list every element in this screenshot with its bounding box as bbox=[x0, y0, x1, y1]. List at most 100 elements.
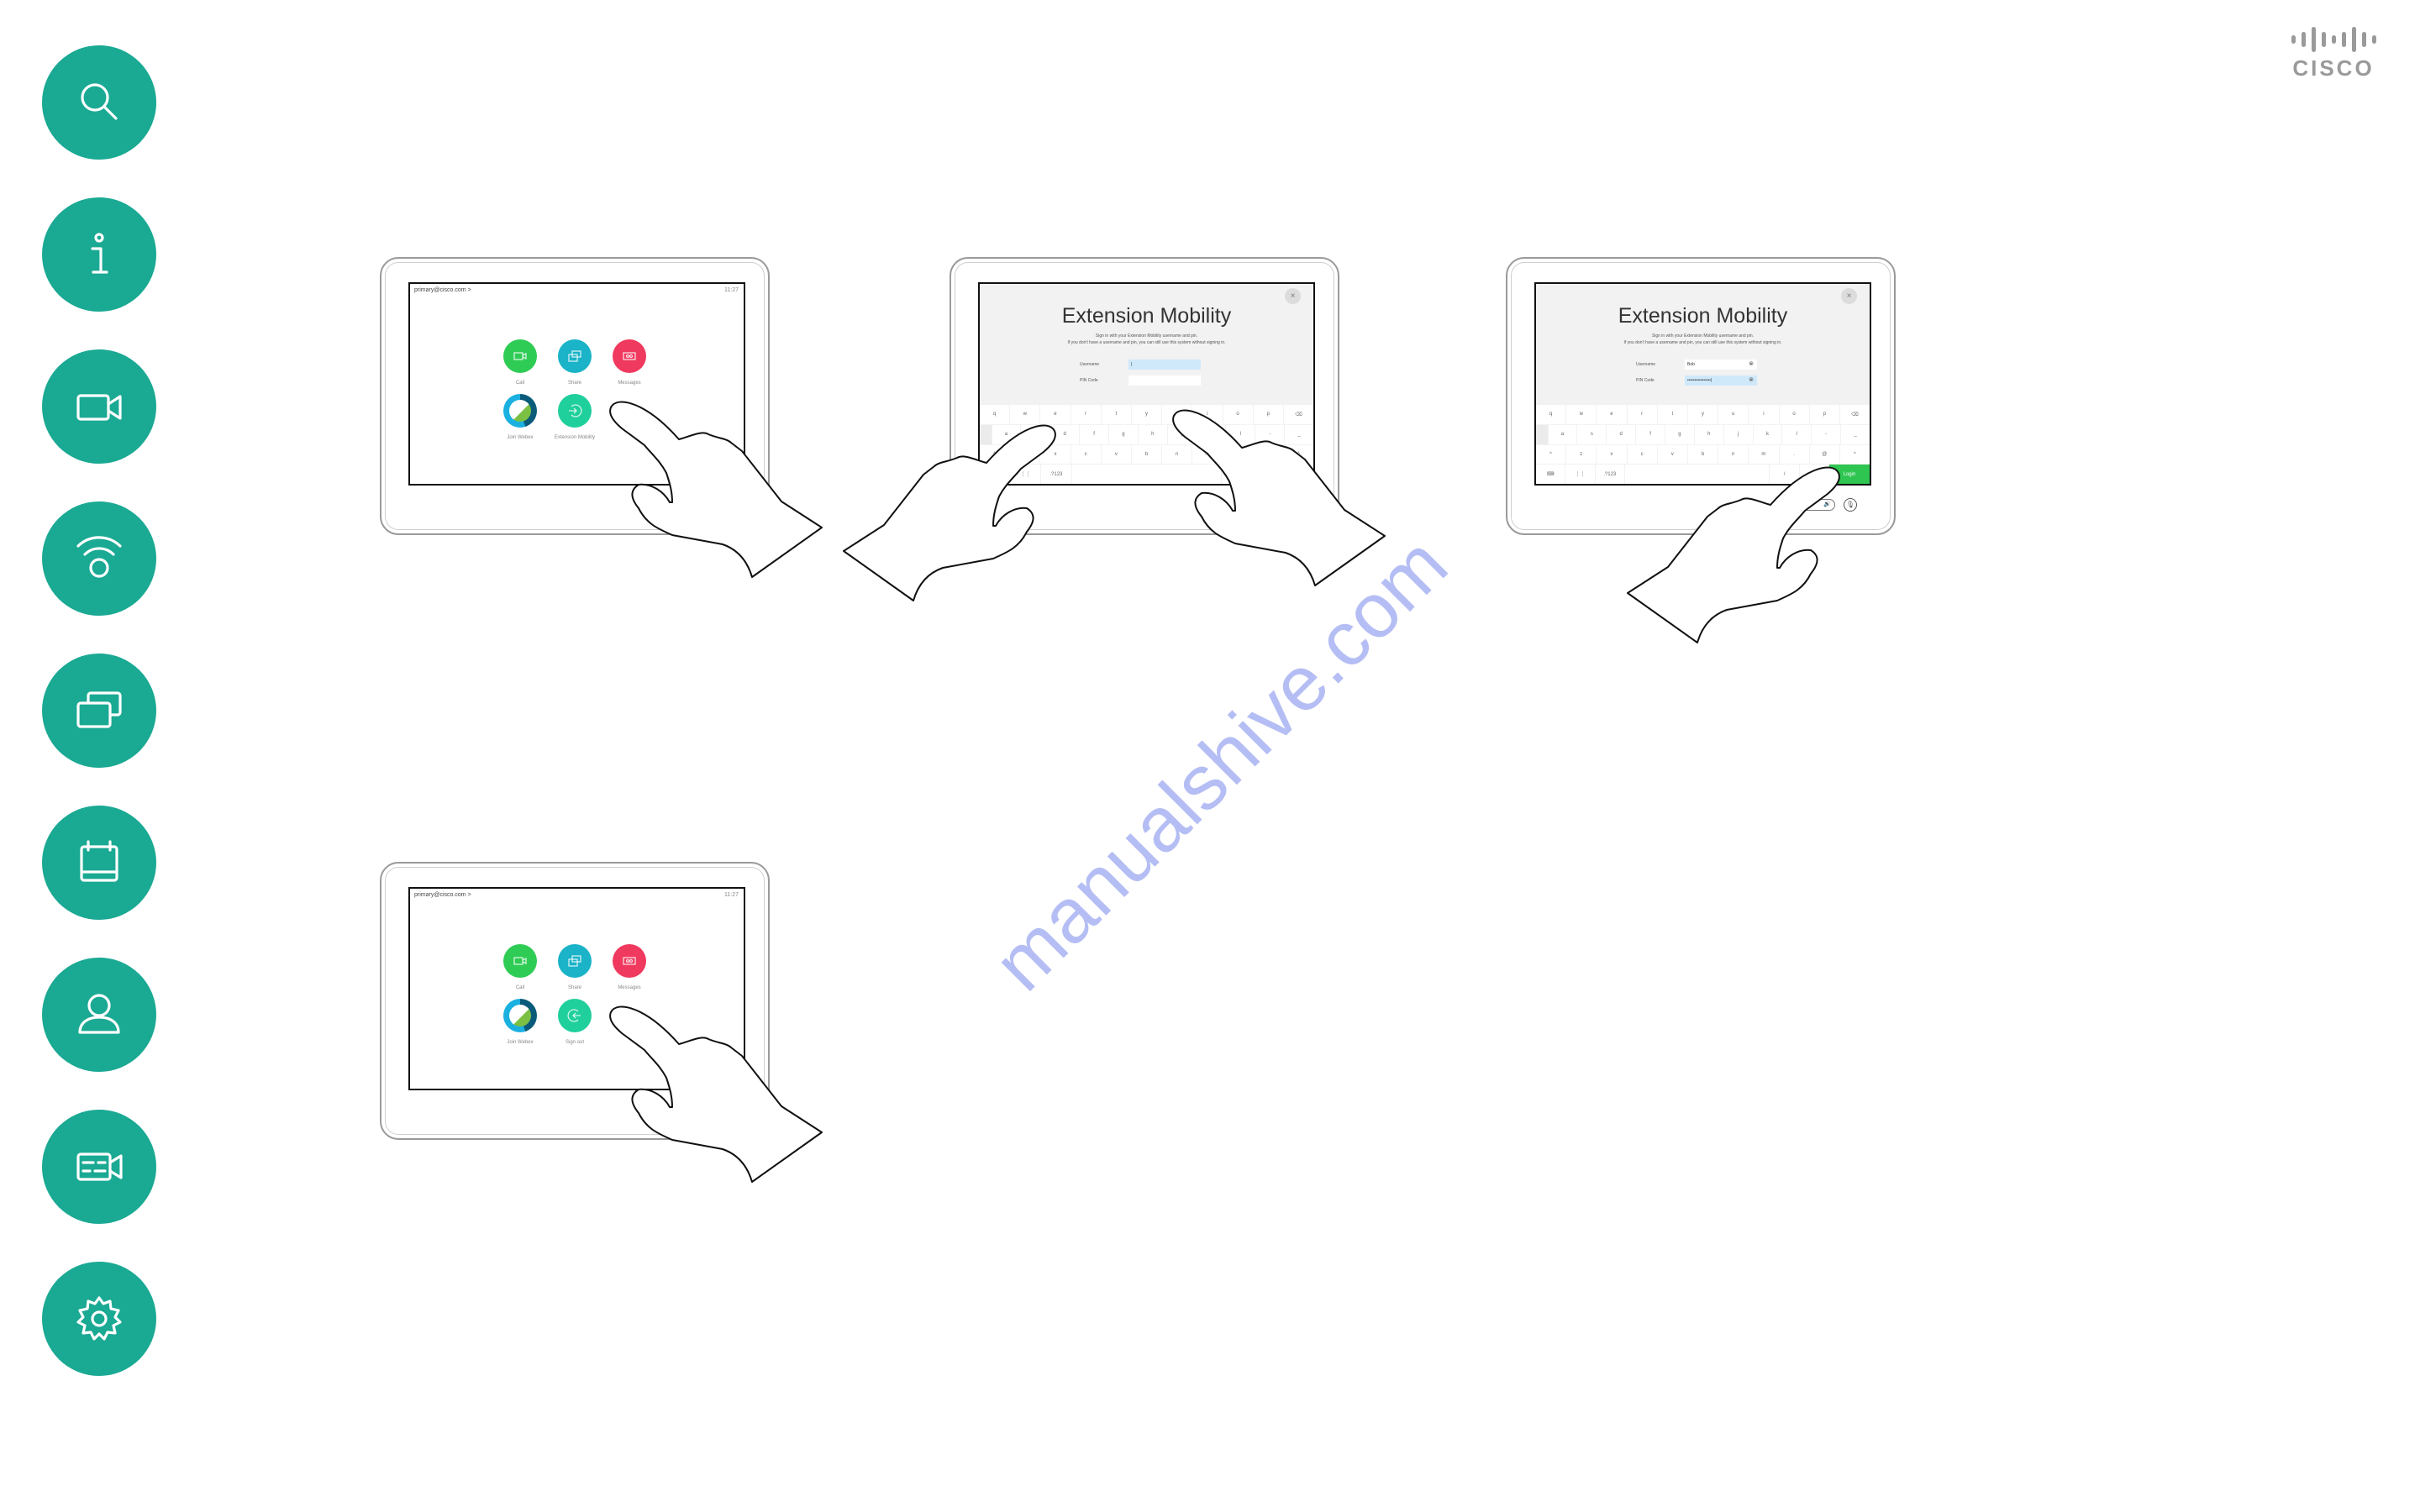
key[interactable]: l bbox=[1782, 424, 1812, 444]
key[interactable]: y bbox=[1687, 405, 1718, 424]
extension-mobility-button[interactable]: Extension Mobility bbox=[545, 394, 604, 440]
key[interactable]: s bbox=[1021, 424, 1050, 444]
key[interactable]: v bbox=[1657, 444, 1687, 465]
info-button[interactable] bbox=[42, 197, 156, 312]
key[interactable]: g bbox=[1108, 424, 1138, 444]
login-button[interactable]: Login bbox=[1828, 465, 1870, 484]
key[interactable]: t bbox=[1101, 405, 1131, 424]
key[interactable]: t bbox=[1657, 405, 1687, 424]
key[interactable]: n bbox=[1162, 444, 1192, 465]
clear-icon[interactable]: ⊗ bbox=[1749, 360, 1754, 370]
key[interactable]: ⌨ bbox=[980, 465, 1010, 484]
key[interactable]: k bbox=[1753, 424, 1782, 444]
key[interactable]: o bbox=[1223, 405, 1253, 424]
key[interactable]: u bbox=[1162, 405, 1192, 424]
key[interactable]: z bbox=[1566, 444, 1597, 465]
key[interactable]: i bbox=[1192, 405, 1223, 424]
key[interactable]: p bbox=[1809, 405, 1839, 424]
key[interactable]: ^ bbox=[1283, 444, 1313, 465]
key[interactable]: j bbox=[1167, 424, 1197, 444]
close-button[interactable]: × bbox=[1841, 288, 1857, 304]
key[interactable]: . bbox=[1779, 444, 1809, 465]
key[interactable]: w bbox=[1566, 405, 1597, 424]
username-input[interactable]: Bob ⊗ bbox=[1685, 360, 1757, 370]
calendar-button[interactable] bbox=[42, 806, 156, 920]
key[interactable]: f bbox=[1080, 424, 1108, 444]
settings-button[interactable] bbox=[42, 1262, 156, 1376]
key[interactable]: o bbox=[1779, 405, 1809, 424]
key[interactable]: q bbox=[1536, 405, 1566, 424]
key[interactable]: .com bbox=[1252, 465, 1283, 484]
key[interactable]: j bbox=[1723, 424, 1753, 444]
key[interactable]: n bbox=[1718, 444, 1749, 465]
key[interactable]: ⋮⋮ bbox=[1565, 465, 1595, 484]
key[interactable]: @ bbox=[1253, 444, 1283, 465]
key[interactable]: p bbox=[1253, 405, 1283, 424]
key[interactable]: q bbox=[980, 405, 1010, 424]
key[interactable]: @ bbox=[1809, 444, 1839, 465]
key[interactable]: g bbox=[1665, 424, 1694, 444]
camera-button[interactable] bbox=[42, 349, 156, 464]
key[interactable]: ^ bbox=[980, 444, 1010, 465]
pin-input[interactable] bbox=[1128, 375, 1201, 386]
space-key[interactable] bbox=[1071, 465, 1222, 484]
username-input[interactable]: | bbox=[1128, 360, 1201, 370]
close-button[interactable]: × bbox=[1285, 288, 1301, 304]
key[interactable]: _ bbox=[1285, 424, 1313, 444]
key[interactable]: b bbox=[1131, 444, 1162, 465]
key[interactable]: ^ bbox=[1536, 444, 1566, 465]
key[interactable]: ⌫ bbox=[1839, 405, 1870, 424]
key[interactable]: u bbox=[1718, 405, 1749, 424]
key[interactable]: ^ bbox=[1839, 444, 1870, 465]
key[interactable]: - bbox=[1812, 424, 1841, 444]
key[interactable]: ⌨ bbox=[1536, 465, 1565, 484]
messages-button[interactable]: Messages bbox=[600, 339, 659, 386]
key[interactable]: s bbox=[1577, 424, 1607, 444]
join-webex-button[interactable]: Join Webex bbox=[491, 999, 550, 1045]
key[interactable]: r bbox=[1071, 405, 1101, 424]
login-button[interactable] bbox=[1283, 465, 1313, 484]
key[interactable]: a bbox=[992, 424, 1021, 444]
contacts-button[interactable] bbox=[42, 958, 156, 1072]
account-link[interactable]: primary@cisco.com > bbox=[414, 892, 471, 898]
account-link[interactable]: primary@cisco.com > bbox=[414, 287, 471, 293]
wireless-button[interactable] bbox=[42, 501, 156, 616]
key[interactable]: _ bbox=[1841, 424, 1870, 444]
key[interactable]: v bbox=[1101, 444, 1131, 465]
key[interactable]: - bbox=[1255, 424, 1285, 444]
key[interactable]: h bbox=[1138, 424, 1167, 444]
key[interactable]: b bbox=[1687, 444, 1718, 465]
key[interactable]: h bbox=[1694, 424, 1723, 444]
mute-microphone-button[interactable]: 🎙 bbox=[1844, 498, 1857, 512]
search-button[interactable] bbox=[42, 45, 156, 160]
share-button[interactable]: Share bbox=[545, 339, 604, 386]
key[interactable]: k bbox=[1197, 424, 1226, 444]
call-button[interactable]: Call bbox=[491, 944, 550, 990]
video-settings-button[interactable] bbox=[42, 1110, 156, 1224]
key[interactable]: l bbox=[1226, 424, 1255, 444]
key[interactable]: x bbox=[1597, 444, 1627, 465]
key[interactable]: i bbox=[1749, 405, 1779, 424]
key[interactable]: a bbox=[1548, 424, 1577, 444]
key[interactable]: z bbox=[1010, 444, 1040, 465]
key[interactable]: ⋮⋮ bbox=[1010, 465, 1041, 484]
call-button[interactable]: Call bbox=[491, 339, 550, 386]
key[interactable]: e bbox=[1040, 405, 1071, 424]
key[interactable]: / bbox=[1770, 465, 1799, 484]
key[interactable]: c bbox=[1627, 444, 1657, 465]
volume-control[interactable]: 🔊 bbox=[1793, 499, 1835, 511]
key[interactable]: e bbox=[1597, 405, 1627, 424]
key[interactable]: .?123 bbox=[1595, 465, 1624, 484]
key[interactable]: d bbox=[1050, 424, 1080, 444]
key[interactable]: . bbox=[1223, 444, 1253, 465]
space-key[interactable] bbox=[1624, 465, 1770, 484]
join-webex-button[interactable]: Join Webex bbox=[491, 394, 550, 440]
key[interactable]: r bbox=[1627, 405, 1657, 424]
key[interactable]: x bbox=[1040, 444, 1071, 465]
key[interactable]: .?123 bbox=[1041, 465, 1071, 484]
key[interactable]: / bbox=[1222, 465, 1252, 484]
clear-icon[interactable]: ⊗ bbox=[1749, 375, 1754, 386]
sign-out-button[interactable]: Sign out bbox=[545, 999, 604, 1045]
key[interactable]: c bbox=[1071, 444, 1101, 465]
key[interactable]: .com bbox=[1799, 465, 1828, 484]
